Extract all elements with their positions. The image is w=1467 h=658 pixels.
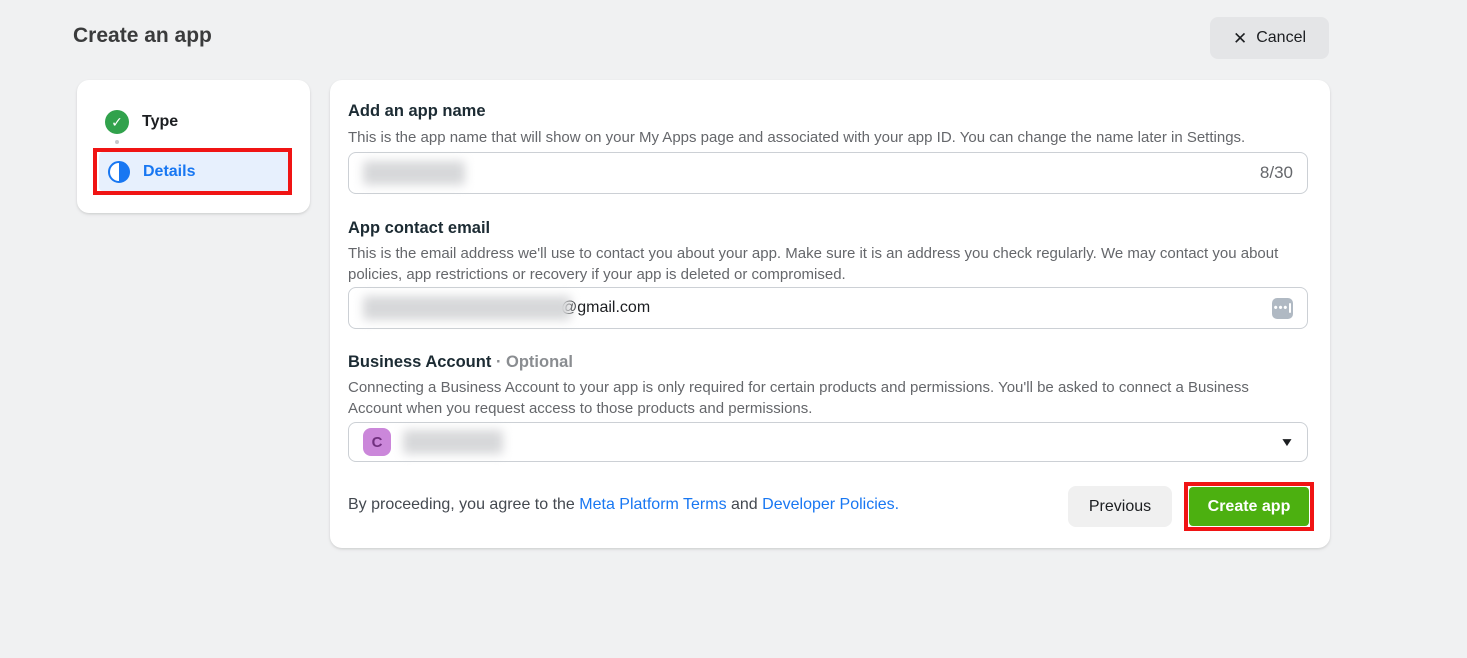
- chevron-down-icon: ▼: [1279, 435, 1294, 449]
- email-visible-suffix: @gmail.com: [561, 299, 650, 317]
- stepper-step-details[interactable]: Details: [99, 152, 290, 191]
- redacted-email-value: [363, 296, 571, 320]
- app-name-description: This is the app name that will show on y…: [348, 127, 1288, 148]
- redacted-app-name-value: [363, 161, 465, 185]
- business-account-description: Connecting a Business Account to your ap…: [348, 377, 1288, 419]
- create-app-button[interactable]: Create app: [1189, 487, 1309, 526]
- close-icon: ✕: [1233, 30, 1247, 47]
- step-details-label: Details: [143, 163, 195, 181]
- agreement-middle: and: [727, 496, 763, 513]
- app-name-heading: Add an app name: [348, 102, 486, 121]
- contact-email-input[interactable]: @gmail.com •••: [348, 287, 1308, 329]
- stepper-card: ✓ Type Details: [77, 80, 310, 213]
- step-in-progress-icon: [108, 161, 130, 183]
- page-title: Create an app: [73, 24, 212, 48]
- business-account-heading: Business Account · Optional: [348, 353, 573, 372]
- step-complete-check-icon: ✓: [105, 110, 129, 134]
- char-counter: 8/30: [1260, 163, 1293, 183]
- previous-button[interactable]: Previous: [1068, 486, 1172, 527]
- developer-policies-link[interactable]: Developer Policies.: [762, 496, 899, 513]
- cancel-button-label: Cancel: [1256, 29, 1306, 47]
- contact-email-description: This is the email address we'll use to c…: [348, 243, 1288, 285]
- contact-email-heading: App contact email: [348, 219, 490, 238]
- app-name-input[interactable]: 8/30: [348, 152, 1308, 194]
- business-account-select[interactable]: C ▼: [348, 422, 1308, 462]
- stepper-step-type[interactable]: ✓ Type: [105, 110, 178, 134]
- optional-label: · Optional: [496, 353, 573, 371]
- stepper-connector-dot: [115, 140, 119, 144]
- check-glyph: ✓: [111, 114, 123, 131]
- agreement-text: By proceeding, you agree to the Meta Pla…: [348, 496, 899, 514]
- agreement-prefix: By proceeding, you agree to the: [348, 496, 579, 513]
- business-account-avatar: C: [363, 428, 391, 456]
- cancel-button[interactable]: ✕ Cancel: [1210, 17, 1329, 59]
- autofill-extension-icon[interactable]: •••: [1272, 298, 1293, 319]
- step-type-label: Type: [142, 113, 178, 131]
- create-app-form-card: Add an app name This is the app name tha…: [330, 80, 1330, 548]
- business-account-heading-text: Business Account: [348, 353, 491, 371]
- ellipsis-glyph: •••: [1274, 303, 1289, 314]
- redacted-business-account-name: [403, 430, 503, 454]
- meta-platform-terms-link[interactable]: Meta Platform Terms: [579, 496, 726, 513]
- cursor-bar-glyph: [1289, 303, 1291, 313]
